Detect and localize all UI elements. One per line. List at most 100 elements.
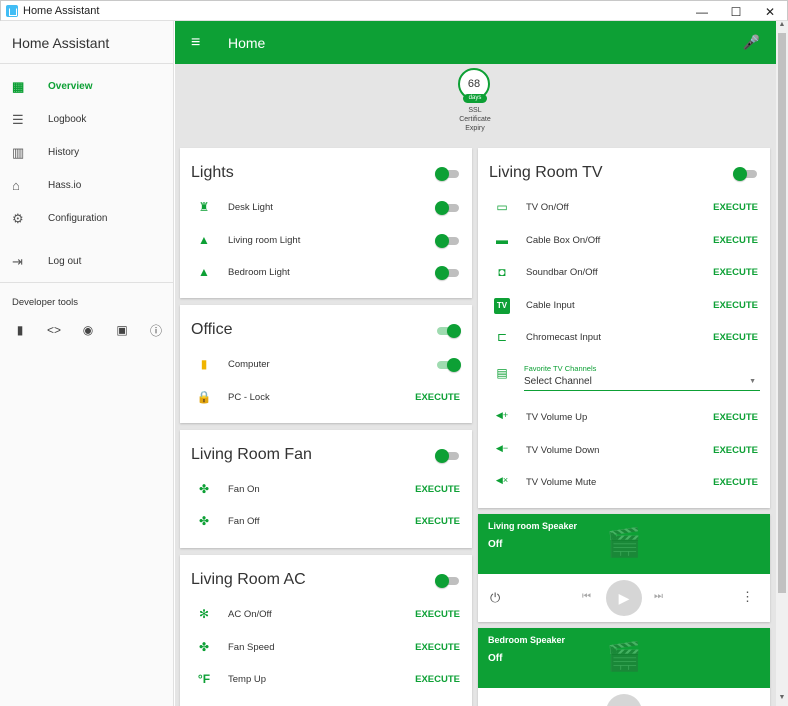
ac-group-toggle[interactable] — [435, 574, 461, 588]
scroll-up-arrow[interactable]: ▲ — [776, 21, 788, 33]
select-label: Favorite TV Channels — [524, 364, 597, 373]
scroll-down-arrow[interactable]: ▼ — [776, 694, 788, 706]
row-label: AC On/Off — [228, 609, 272, 620]
lights-group-toggle[interactable] — [435, 167, 461, 181]
list-item: ▭ TV On/Off EXECUTE — [478, 192, 770, 224]
execute-button[interactable]: EXECUTE — [713, 235, 758, 246]
minimize-button[interactable]: — — [685, 1, 719, 22]
skip-next-icon[interactable]: ⏭ — [654, 591, 663, 602]
ssl-expiry-badge[interactable]: 68 days SSL Certificate Expiry — [458, 68, 492, 133]
fan-icon: ✤ — [198, 640, 210, 654]
media-player-name: Bedroom Speaker — [488, 635, 566, 645]
remote-icon[interactable]: ▮ — [12, 322, 28, 338]
sidebar-item-history[interactable]: ▥ History — [0, 136, 173, 169]
more-vertical-icon[interactable]: ⋮ — [741, 589, 754, 605]
file-code-icon[interactable]: ▣ — [114, 322, 130, 338]
desktop-tower-icon: ▮ — [200, 357, 208, 371]
sidebar-item-overview[interactable]: ▦ Overview — [0, 70, 173, 103]
logout-icon: ⇥ — [12, 253, 23, 269]
grid-icon: ▦ — [12, 78, 25, 94]
play-icon[interactable]: ▶ — [606, 580, 642, 616]
execute-button[interactable]: EXECUTE — [415, 392, 460, 403]
list-item: ▲ Bedroom Light — [180, 257, 472, 289]
chevron-down-icon: ▼ — [749, 378, 756, 385]
list-item: ♜ Desk Light — [180, 192, 472, 224]
row-label: Fan Off — [228, 516, 260, 527]
bedroom-light-toggle[interactable] — [435, 266, 461, 280]
list-item: °F Temp Up EXECUTE — [180, 664, 472, 696]
execute-button[interactable]: EXECUTE — [713, 202, 758, 213]
sidebar-title: Home Assistant — [0, 21, 173, 64]
row-label: Cable Box On/Off — [526, 235, 601, 246]
row-label: Computer — [228, 359, 270, 370]
menu-icon[interactable]: ≡ — [191, 34, 215, 52]
row-label: PC - Lock — [228, 392, 270, 403]
list-item: ✤ Fan Speed EXECUTE — [180, 632, 472, 664]
maximize-button[interactable]: ☐ — [719, 1, 753, 22]
sidebar-item-configuration[interactable]: ⚙ Configuration — [0, 202, 173, 235]
broadcast-icon[interactable]: ◉ — [80, 322, 96, 338]
media-info: Bedroom Speaker Off 🎬 — [478, 628, 770, 688]
ceiling-light-icon: ▲ — [198, 265, 210, 279]
execute-button[interactable]: EXECUTE — [713, 412, 758, 423]
office-card: Office ▮ Computer 🔒 PC - Lock EXECUTE — [180, 305, 472, 423]
desk-light-toggle[interactable] — [435, 201, 461, 215]
app-icon — [6, 4, 18, 17]
chart-icon: ▥ — [12, 144, 25, 160]
execute-button[interactable]: EXECUTE — [415, 674, 460, 685]
living-room-light-toggle[interactable] — [435, 234, 461, 248]
tv-group-toggle[interactable] — [733, 167, 759, 181]
execute-button[interactable]: EXECUTE — [415, 516, 460, 527]
play-icon[interactable]: ▶ — [606, 694, 642, 706]
sidebar-item-logbook[interactable]: ☰ Logbook — [0, 103, 173, 136]
info-icon[interactable]: ⓘ — [148, 322, 164, 338]
execute-button[interactable]: EXECUTE — [415, 484, 460, 495]
close-button[interactable]: ✕ — [753, 1, 787, 22]
tv-box-icon: TV — [494, 298, 510, 314]
execute-button[interactable]: EXECUTE — [713, 267, 758, 278]
living-room-speaker-card: Living room Speaker Off 🎬 ⏻ ⏮ ▶ ⏭ ⋮ — [478, 514, 770, 622]
execute-button[interactable]: EXECUTE — [713, 300, 758, 311]
air-conditioner-icon: ✻ — [198, 607, 210, 621]
channel-select-row: ▤ Favorite TV Channels Select Channel ▼ — [478, 362, 770, 398]
execute-button[interactable]: EXECUTE — [713, 445, 758, 456]
router-icon: ▬ — [496, 233, 508, 247]
skip-previous-icon[interactable]: ⏮ — [582, 591, 591, 602]
vertical-scrollbar[interactable]: ▲ ▼ — [776, 21, 788, 706]
row-label: Bedroom Light — [228, 267, 290, 278]
channel-select[interactable]: Favorite TV Channels Select Channel ▼ — [524, 362, 760, 391]
sidebar-item-hassio[interactable]: ⌂ Hass.io — [0, 169, 173, 202]
sidebar-item-logout[interactable]: ⇥ Log out — [0, 245, 173, 278]
list-item: ▬ Cable Box On/Off EXECUTE — [478, 225, 770, 257]
card-title: Office — [191, 321, 233, 338]
computer-toggle[interactable] — [435, 358, 461, 372]
row-label: TV On/Off — [526, 202, 569, 213]
movie-music-icon: 🎬 — [606, 527, 642, 558]
sidebar-item-label: Logbook — [48, 114, 87, 125]
media-player-state: Off — [488, 539, 503, 550]
execute-button[interactable]: EXECUTE — [713, 332, 758, 343]
list-item: ✤ Fan Off EXECUTE — [180, 506, 472, 538]
window-controls: — ☐ ✕ — [685, 1, 787, 22]
card-title: Living Room Fan — [191, 446, 312, 463]
developer-tools-heading: Developer tools — [12, 297, 79, 308]
execute-button[interactable]: EXECUTE — [415, 609, 460, 620]
card-title: Living Room TV — [489, 164, 603, 181]
scroll-thumb[interactable] — [778, 33, 786, 593]
power-icon[interactable]: ⏻ — [490, 590, 500, 606]
lamp-icon: ♜ — [198, 200, 210, 214]
code-icon[interactable]: <> — [46, 322, 62, 338]
execute-button[interactable]: EXECUTE — [415, 642, 460, 653]
main-content: 68 days SSL Certificate Expiry Lights ♜ … — [175, 64, 776, 706]
list-item: ✤ Fan On EXECUTE — [180, 474, 472, 506]
microphone-icon[interactable]: 🎤 — [743, 34, 760, 51]
row-label: Living room Light — [228, 235, 301, 246]
fan-group-toggle[interactable] — [435, 449, 461, 463]
media-controls: ⏻ ⏮ ▶ ⏭ ⋮ — [478, 574, 770, 622]
office-group-toggle[interactable] — [435, 324, 461, 338]
volume-mute-icon: ◀× — [495, 475, 509, 485]
app-header: ≡ Home 🎤 — [175, 21, 776, 64]
bedroom-speaker-card: Bedroom Speaker Off 🎬 ▶ — [478, 628, 770, 706]
channel-list-icon: ▤ — [496, 366, 508, 380]
execute-button[interactable]: EXECUTE — [713, 477, 758, 488]
